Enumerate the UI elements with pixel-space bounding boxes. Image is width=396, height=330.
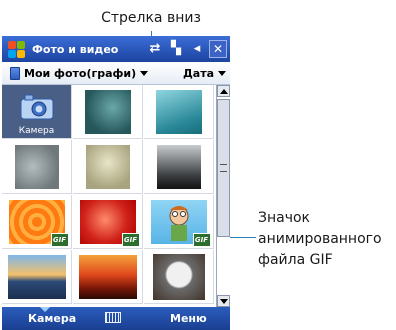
thumbnail-gif-red-heart[interactable]: GIF	[73, 195, 143, 249]
camera-icon	[20, 94, 53, 119]
windows-start-icon[interactable]	[6, 38, 28, 60]
vertical-scrollbar[interactable]	[216, 85, 230, 307]
thumbnail-beige-texture[interactable]	[73, 140, 143, 194]
gif-badge-icon: GIF	[121, 232, 140, 247]
annotation-gif-line-2: анимированного	[258, 231, 382, 247]
title-bar: Фото и видео ⇄ ▚ ◂ ✕	[2, 36, 230, 62]
pocket-pc-screen: Фото и видео ⇄ ▚ ◂ ✕ Мои фото(графи) Дат…	[2, 36, 230, 330]
annotation-gif-line-1: Значок	[258, 210, 311, 226]
folder-toolbar: Мои фото(графи) Дата	[2, 62, 230, 85]
volume-icon[interactable]: ◂	[188, 40, 206, 58]
scroll-up-button[interactable]	[217, 85, 230, 97]
thumbnail-grid: Камера GIF GIF GIF	[2, 85, 216, 307]
scroll-down-button[interactable]	[217, 295, 230, 307]
scroll-thumb[interactable]	[217, 99, 230, 237]
folder-dropdown-label[interactable]: Мои фото(графи)	[24, 67, 136, 80]
keyboard-icon[interactable]	[105, 312, 121, 323]
thumbnail-camera[interactable]: Камера	[2, 85, 72, 139]
softkey-bar: Камера Меню	[2, 307, 230, 330]
gif-badge-icon: GIF	[192, 232, 211, 247]
annotation-dropdown-arrow: Стрелка вниз	[101, 10, 201, 26]
annotation-gif-icon: Значок анимированного файла GIF	[258, 208, 396, 271]
thumbnail-dark-gradient[interactable]	[144, 140, 214, 194]
sort-dropdown[interactable]: Дата	[183, 67, 226, 80]
thumbnail-teal-texture[interactable]	[73, 85, 143, 139]
thumbnail-husky-dog[interactable]	[144, 250, 214, 304]
gif-badge-icon: GIF	[50, 232, 69, 247]
thumbnail-gray-texture[interactable]	[2, 140, 72, 194]
close-icon[interactable]: ✕	[209, 40, 227, 58]
thumbnail-gif-orange-circles[interactable]: GIF	[2, 195, 72, 249]
camera-label: Камера	[18, 126, 55, 136]
sort-chevron-down-icon	[218, 70, 226, 76]
annotation-gif-line-3: файла GIF	[258, 252, 333, 268]
connectivity-icon[interactable]: ⇄	[146, 40, 164, 58]
thumbnail-gif-cartoon-character[interactable]: GIF	[144, 195, 214, 249]
app-title: Фото и видео	[32, 42, 119, 56]
softkey-camera[interactable]: Камера	[28, 312, 76, 325]
thumbnail-teal-gradient[interactable]	[144, 85, 214, 139]
softkey-menu[interactable]: Меню	[170, 312, 207, 325]
folder-icon	[10, 66, 20, 80]
chevron-down-icon[interactable]	[140, 70, 149, 76]
signal-icon[interactable]: ▚	[167, 40, 185, 58]
thumbnail-red-sunset[interactable]	[73, 250, 143, 304]
thumbnail-lake-sunset[interactable]	[2, 250, 72, 304]
sort-label: Дата	[182, 66, 214, 80]
